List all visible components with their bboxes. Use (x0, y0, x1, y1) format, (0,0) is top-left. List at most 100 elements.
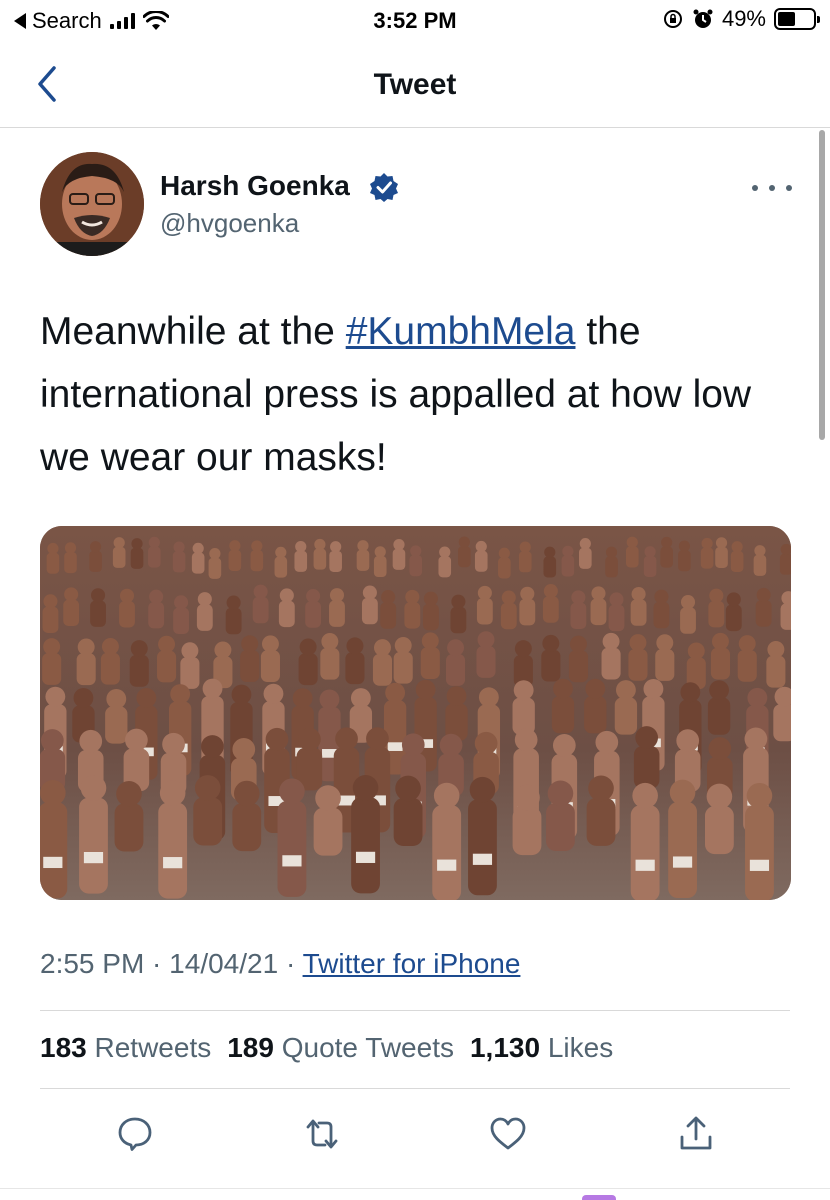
crowd-figure (345, 637, 365, 685)
likes-stat[interactable]: 1,130 Likes (470, 1032, 613, 1064)
crowd-figure (678, 540, 691, 572)
page-title: Tweet (373, 68, 457, 101)
crowd-figure (653, 589, 670, 629)
crowd-figure (630, 587, 647, 626)
avatar[interactable] (40, 152, 144, 256)
crowd-figure (361, 585, 378, 625)
author-handle[interactable]: @hvgoenka (160, 208, 299, 239)
crowd-figure (551, 678, 575, 734)
crowd-figure (605, 546, 618, 578)
crowd-figure (590, 586, 607, 626)
crowd-figure (173, 595, 189, 635)
quote-tweets-stat[interactable]: 189 Quote Tweets (227, 1032, 454, 1064)
crowd-figure (668, 779, 697, 899)
crowd-figure (313, 785, 343, 856)
crowd-figure (432, 782, 462, 900)
crowd-figure (114, 781, 144, 852)
share-icon[interactable] (676, 1114, 716, 1154)
crowd-figure (579, 538, 592, 569)
crowd-figure (779, 543, 791, 575)
retweet-icon[interactable] (302, 1114, 342, 1154)
crowd-figure (225, 595, 242, 635)
crowd-figure (660, 536, 673, 568)
rotation-lock-icon (663, 10, 682, 28)
crowd-figure (180, 642, 200, 689)
crowd-figure (541, 634, 561, 682)
crowd-figure (196, 592, 213, 631)
crowd-figure (601, 632, 621, 680)
crowd-figure (76, 638, 96, 686)
crowd-figure (351, 774, 380, 894)
crowd-figure (710, 632, 730, 680)
crowd-photo-illustration (40, 526, 791, 900)
crowd-figure (780, 591, 791, 630)
crowd-figure (392, 539, 406, 570)
crowd-figure (630, 782, 660, 900)
crowd-figure (157, 635, 177, 683)
crowd-figure (228, 540, 242, 571)
crowd-figure (232, 780, 262, 852)
crowd-figure (63, 587, 80, 627)
crowd-figure (46, 542, 60, 574)
tweet-photo[interactable] (40, 526, 791, 900)
crowd-figure (753, 545, 767, 576)
author-name[interactable]: Harsh Goenka (160, 170, 350, 202)
crowd-figure (40, 780, 68, 899)
crowd-figure (628, 634, 648, 681)
crowd-figure (546, 780, 575, 851)
tweet-source-link[interactable]: Twitter for iPhone (303, 948, 521, 979)
crowd-figure (445, 686, 468, 741)
crowd-figure (512, 784, 542, 856)
crowd-figure (105, 689, 128, 744)
crowd-figure (700, 537, 714, 569)
crowd-figure (438, 546, 452, 578)
retweets-count: 183 (40, 1032, 87, 1063)
tweet-time: 2:55 PM (40, 948, 145, 979)
alarm-icon (693, 9, 713, 28)
more-options-icon[interactable] (752, 178, 792, 198)
nav-bar: Tweet (0, 44, 830, 128)
crowd-figure (633, 726, 660, 789)
crowd-figure (329, 541, 342, 572)
crowd-figure (680, 595, 696, 634)
crowd-figure (89, 541, 102, 572)
crowd-figure (298, 638, 318, 686)
crowd-figure (474, 540, 488, 572)
crowd-figure (112, 537, 126, 568)
likes-count: 1,130 (469, 1032, 541, 1063)
crowd-figure (450, 594, 467, 634)
crowd-figure (608, 592, 625, 632)
crowd-figure (64, 542, 77, 574)
crowd-figure (250, 540, 264, 572)
crowd-figure (373, 546, 387, 578)
crowd-figure (498, 547, 511, 579)
crowd-figure (277, 778, 307, 897)
crowd-figure (512, 680, 535, 735)
crowd-figure (42, 594, 59, 633)
reply-icon[interactable] (115, 1114, 155, 1154)
retweets-stat[interactable]: 183 Retweets (40, 1032, 211, 1064)
divider (40, 1088, 790, 1089)
crowd-figure (519, 586, 536, 626)
crowd-figure (193, 775, 223, 846)
crowd-figure (79, 775, 108, 894)
status-bar: Search 3:52 PM 49% (0, 0, 830, 44)
crowd-figure (715, 537, 728, 569)
like-icon[interactable] (488, 1114, 528, 1154)
action-bar (0, 1114, 830, 1154)
emoji-badge (582, 1195, 616, 1200)
likes-label: Likes (547, 1032, 614, 1063)
crowd-figure (90, 588, 106, 627)
crowd-figure (570, 590, 587, 630)
crowd-figure (409, 545, 423, 577)
crowd-figure (158, 780, 188, 899)
scrollbar[interactable] (819, 130, 825, 440)
crowd-figure (278, 588, 295, 628)
crowd-figure (393, 637, 413, 684)
status-right: 49% (662, 6, 820, 32)
crowd-figure (172, 541, 186, 573)
tweet-text-before: Meanwhile at the (40, 310, 346, 353)
hashtag-link[interactable]: #KumbhMela (346, 310, 576, 353)
crowd-figure (130, 538, 144, 569)
crowd-figure (730, 541, 744, 572)
